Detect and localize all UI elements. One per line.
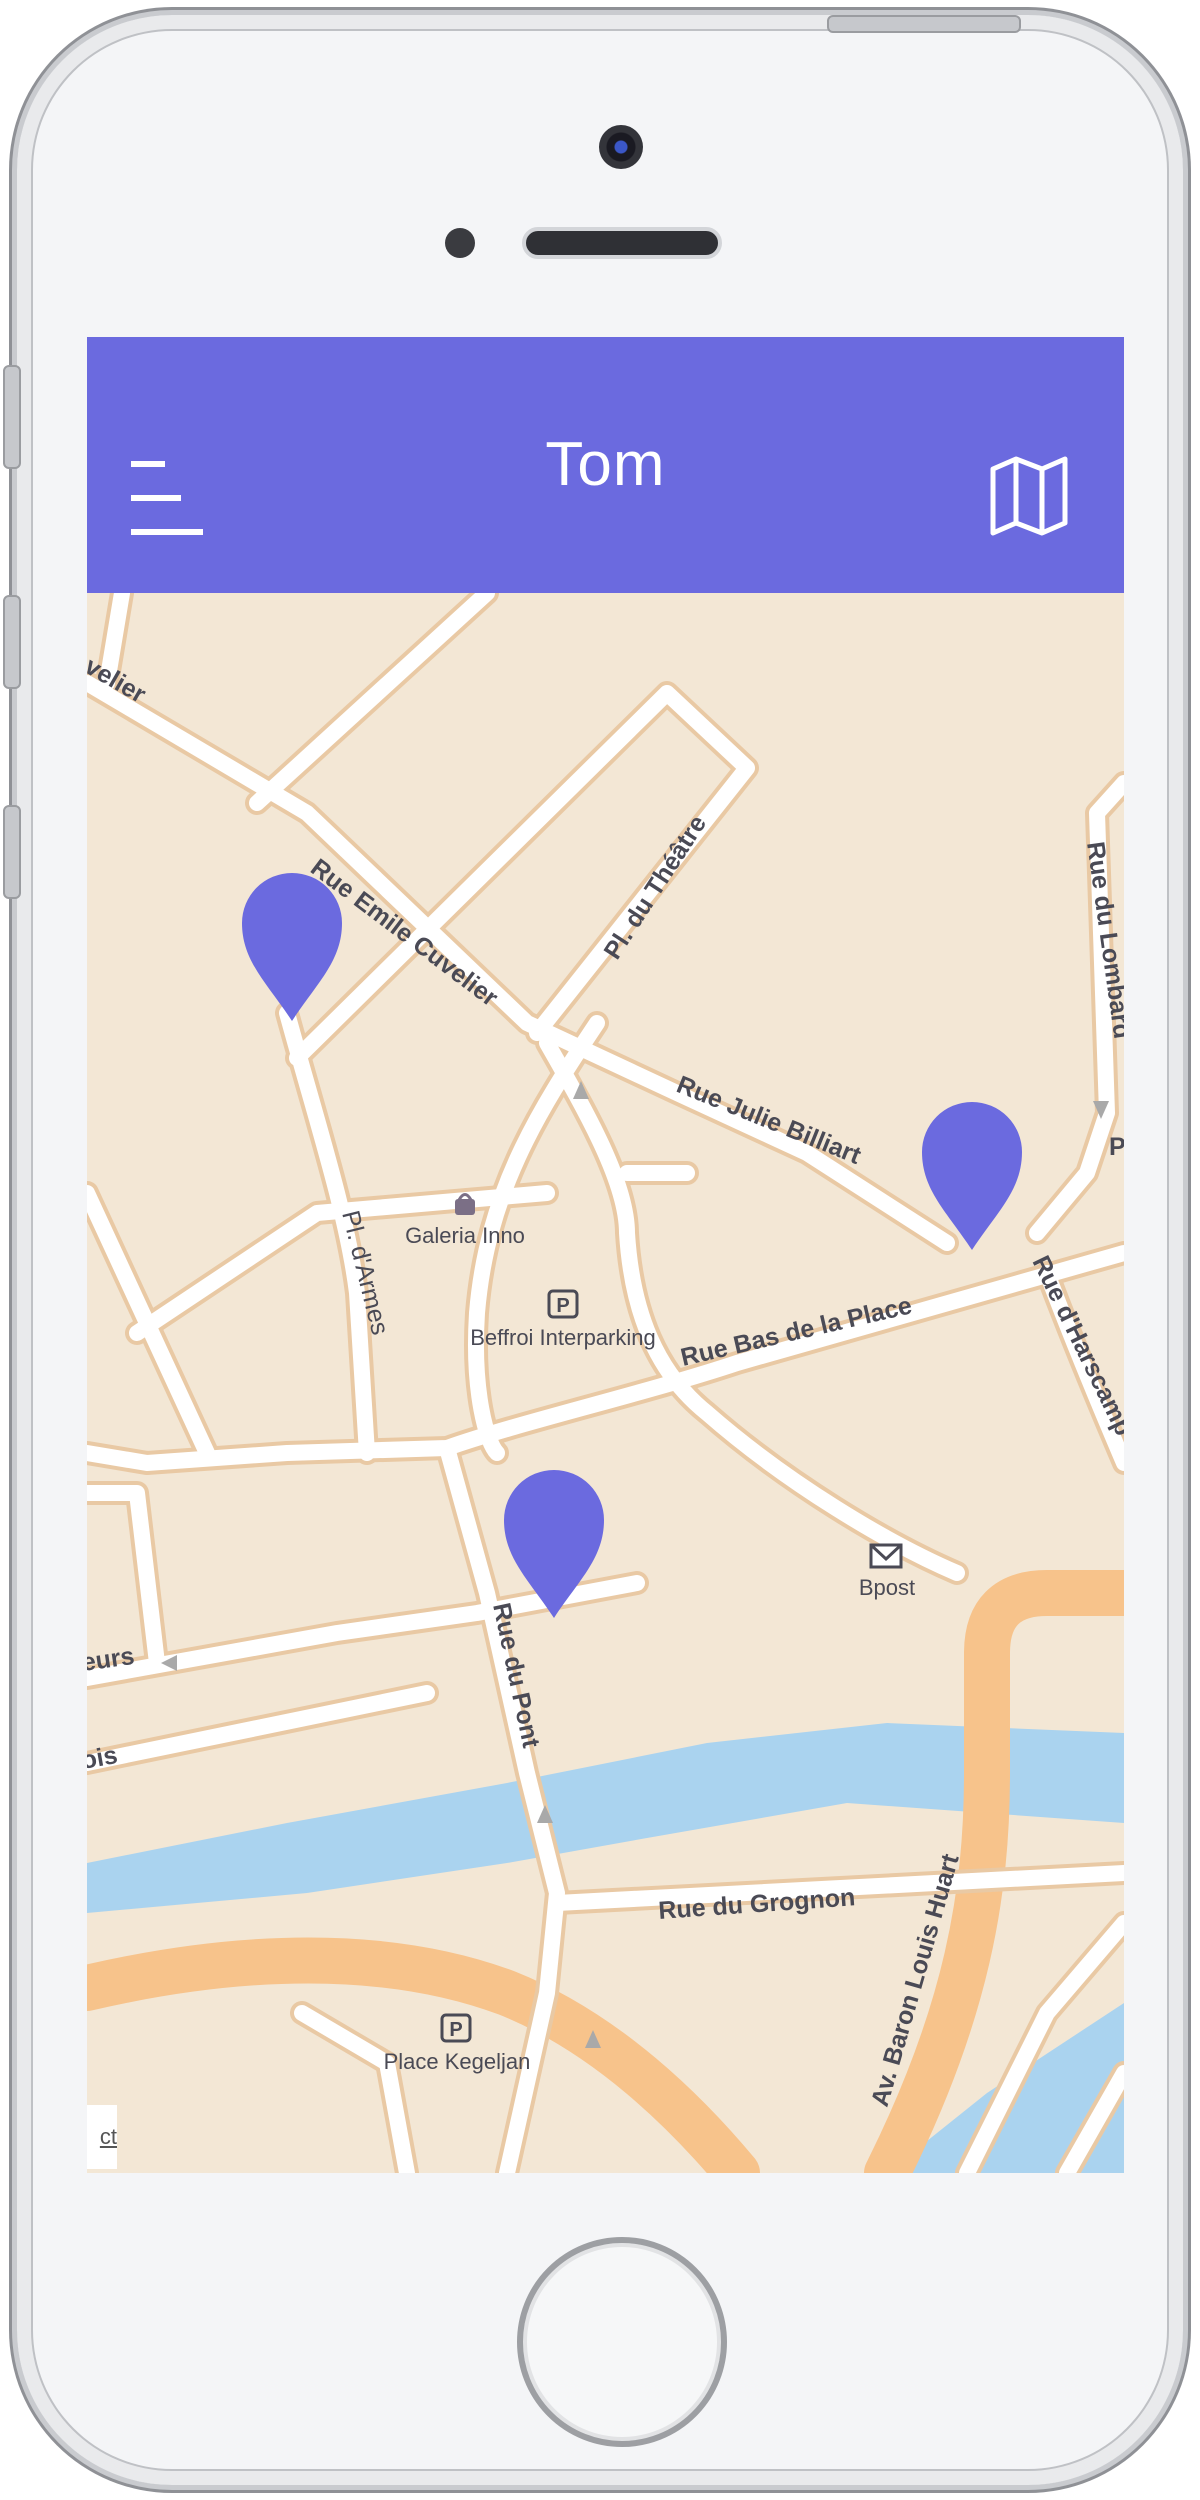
volume-down-button — [3, 805, 21, 899]
svg-text:P: P — [556, 1295, 569, 1317]
volume-up-button — [3, 595, 21, 689]
svg-text:Bpost: Bpost — [859, 1575, 915, 1600]
page-title: Tom — [545, 430, 666, 499]
app-screen: Tom Rue Emile Cuvelier velier Pl. du Thé… — [87, 337, 1124, 2173]
proximity-sensor — [445, 228, 475, 258]
power-button — [827, 15, 1021, 33]
map-icon[interactable] — [989, 455, 1069, 537]
mute-switch — [3, 365, 21, 469]
svg-text:Beffroi Interparking: Beffroi Interparking — [470, 1325, 655, 1350]
map-canvas[interactable]: Rue Emile Cuvelier velier Pl. du Théâtre… — [87, 581, 1124, 2173]
svg-text:Galeria Inno: Galeria Inno — [405, 1223, 525, 1248]
front-camera — [599, 125, 643, 169]
svg-text:Place Kegeljan: Place Kegeljan — [384, 2049, 531, 2074]
svg-text:P: P — [449, 2019, 462, 2041]
map-attribution[interactable]: ct — [87, 2105, 117, 2169]
header-bar: Tom — [87, 337, 1124, 593]
street-label: P — [1109, 1133, 1124, 1161]
earpiece-speaker — [522, 227, 722, 259]
map-view[interactable]: Rue Emile Cuvelier velier Pl. du Théâtre… — [87, 581, 1124, 2173]
home-button[interactable] — [517, 2237, 727, 2447]
